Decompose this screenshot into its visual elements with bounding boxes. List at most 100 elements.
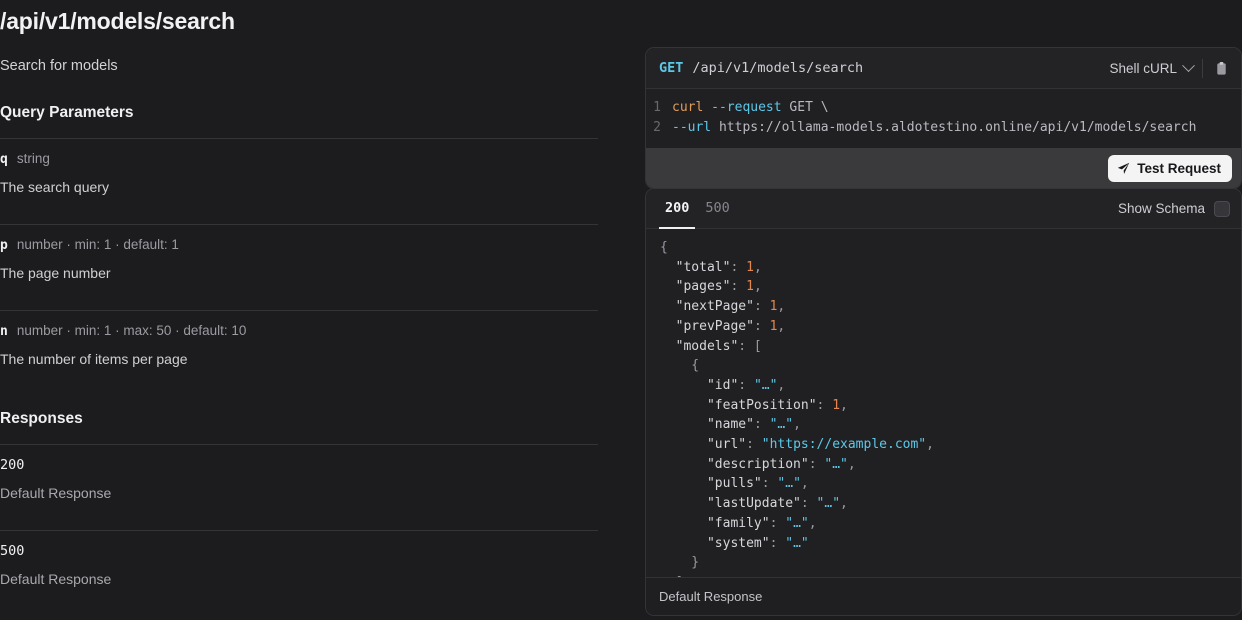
- code-token: https://ollama-models.aldotestino.online…: [711, 120, 1196, 135]
- query-parameter-head: p number · min: 1 · default: 1: [0, 236, 598, 255]
- json-token: [660, 378, 707, 393]
- paper-plane-icon: [1117, 162, 1130, 175]
- request-card-header: GET /api/v1/models/search Shell cURL: [646, 48, 1241, 89]
- request-response-column: GET /api/v1/models/search Shell cURL 1cu…: [645, 0, 1242, 620]
- json-line: "featPosition": 1,: [660, 396, 1241, 416]
- json-line: "id": "…",: [660, 376, 1241, 396]
- show-schema-label: Show Schema: [1118, 201, 1205, 216]
- code-token: [703, 100, 711, 115]
- json-token: ,: [809, 516, 817, 531]
- json-line: "pages": 1,: [660, 277, 1241, 297]
- json-token: "…": [785, 516, 808, 531]
- query-parameter-row: qstringThe search query: [0, 139, 598, 210]
- json-line: "models": [: [660, 337, 1241, 357]
- test-request-button[interactable]: Test Request: [1108, 155, 1232, 182]
- query-parameter-description: The search query: [0, 178, 598, 197]
- json-token: "pages": [676, 279, 731, 294]
- responses-list: 200Default Response 500 Default Response: [0, 444, 598, 602]
- json-token: :: [809, 457, 825, 472]
- response-status-code: 200: [0, 456, 598, 474]
- json-token: "total": [676, 260, 731, 275]
- test-request-button-label: Test Request: [1137, 161, 1221, 176]
- response-row: 500 Default Response: [0, 531, 598, 602]
- response-footer-label: Default Response: [659, 589, 762, 604]
- show-schema-toggle[interactable]: Show Schema: [1118, 201, 1230, 217]
- request-card: GET /api/v1/models/search Shell cURL 1cu…: [645, 47, 1242, 189]
- response-card: 200500 Show Schema { "total": 1, "pages"…: [645, 188, 1242, 616]
- header-divider: [1202, 59, 1203, 78]
- json-token: [660, 536, 707, 551]
- json-line: "total": 1,: [660, 258, 1241, 278]
- clipboard-icon[interactable]: [1212, 59, 1230, 77]
- code-line-number: 1: [646, 98, 672, 118]
- curl-code-block[interactable]: 1curl --request GET \2 --url https://oll…: [646, 89, 1241, 148]
- json-token: ,: [793, 417, 801, 432]
- json-token: 1: [746, 260, 754, 275]
- tab-200[interactable]: 200: [659, 189, 695, 229]
- request-card-footer: Test Request: [646, 148, 1241, 188]
- endpoint-documentation-column: /api/v1/models/search Search for models …: [0, 0, 620, 620]
- json-line: {: [660, 356, 1241, 376]
- response-card-footer: Default Response: [646, 577, 1241, 615]
- language-selector[interactable]: Shell cURL: [1109, 61, 1202, 76]
- query-parameter-meta: number · min: 1 · max: 50 · default: 10: [17, 322, 247, 340]
- query-parameter-name: n: [0, 323, 8, 341]
- json-token: : [: [738, 339, 761, 354]
- code-token: GET \: [782, 100, 829, 115]
- json-line: "nextPage": 1,: [660, 297, 1241, 317]
- json-token: "…": [824, 457, 847, 472]
- json-token: [660, 339, 676, 354]
- show-schema-checkbox[interactable]: [1214, 201, 1230, 217]
- json-token: "pulls": [707, 476, 762, 491]
- json-token: [660, 319, 676, 334]
- response-description: Default Response: [0, 570, 598, 589]
- json-token: ,: [754, 260, 762, 275]
- json-token: :: [770, 536, 786, 551]
- json-token: "prevPage": [676, 319, 754, 334]
- json-token: "…": [754, 378, 777, 393]
- json-line: "name": "…",: [660, 415, 1241, 435]
- json-token: :: [754, 319, 770, 334]
- query-parameters-list: qstringThe search query p number · min: 1 …: [0, 138, 598, 382]
- json-token: ,: [754, 279, 762, 294]
- json-token: "https://example.com": [762, 437, 926, 452]
- json-token: :: [730, 260, 746, 275]
- json-token: "id": [707, 378, 738, 393]
- json-token: "featPosition": [707, 398, 817, 413]
- code-line-content: --url https://ollama-models.aldotestino.…: [672, 118, 1196, 138]
- json-token: :: [801, 496, 817, 511]
- response-status-tabs: 200500: [659, 189, 736, 228]
- json-line: "system": "…": [660, 534, 1241, 554]
- query-parameter-meta: number · min: 1 · default: 1: [17, 236, 179, 254]
- json-token: "…": [785, 536, 808, 551]
- json-token: :: [738, 378, 754, 393]
- json-token: {: [660, 240, 668, 255]
- json-line: }: [660, 553, 1241, 573]
- response-row: 200Default Response: [0, 445, 598, 516]
- json-token: "description": [707, 457, 809, 472]
- response-body-json[interactable]: { "total": 1, "pages": 1, "nextPage": 1,…: [646, 229, 1241, 577]
- json-line: "family": "…",: [660, 514, 1241, 534]
- json-token: [660, 398, 707, 413]
- json-line: "lastUpdate": "…",: [660, 494, 1241, 514]
- response-status-code: 500: [0, 542, 598, 560]
- json-token: "…": [777, 476, 800, 491]
- json-token: ,: [840, 398, 848, 413]
- query-parameter-name: p: [0, 237, 8, 255]
- json-line: "pulls": "…",: [660, 474, 1241, 494]
- tab-500[interactable]: 500: [699, 189, 735, 229]
- language-selector-label: Shell cURL: [1109, 61, 1177, 76]
- json-token: ,: [777, 319, 785, 334]
- json-token: [660, 260, 676, 275]
- json-token: "models": [676, 339, 739, 354]
- json-token: :: [754, 417, 770, 432]
- page-title: /api/v1/models/search: [0, 0, 598, 36]
- query-parameter-row: n number · min: 1 · max: 50 · default: 10…: [0, 311, 598, 382]
- query-parameter-name: q: [0, 151, 8, 169]
- json-token: "…": [817, 496, 840, 511]
- json-line: "description": "…",: [660, 455, 1241, 475]
- json-token: [660, 516, 707, 531]
- json-line: {: [660, 238, 1241, 258]
- query-parameter-head: n number · min: 1 · max: 50 · default: 10: [0, 322, 598, 341]
- query-parameter-description: The page number: [0, 264, 598, 283]
